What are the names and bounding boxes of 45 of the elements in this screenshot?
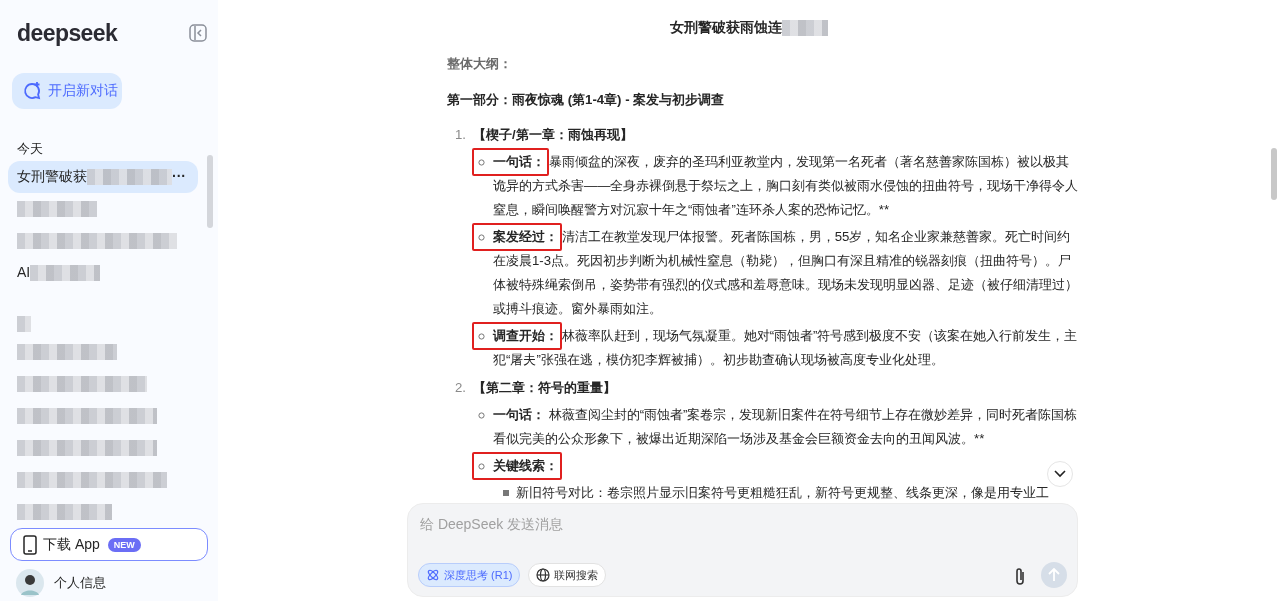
bullet-icon xyxy=(478,463,485,470)
scrollbar-thumb[interactable] xyxy=(1271,148,1277,200)
send-button[interactable] xyxy=(1041,562,1067,588)
bullet-icon xyxy=(478,412,485,419)
subpoint-text: 新旧符号对比：卷宗照片显示旧案符号更粗糙狂乱，新符号更规整、线条更深，像是用专业工 xyxy=(516,484,1050,502)
avatar[interactable] xyxy=(16,569,44,597)
deep-think-toggle[interactable]: 深度思考 (R1) xyxy=(418,563,521,587)
part-heading: 第一部分：雨夜惊魂 (第1-4章) - 案发与初步调查 xyxy=(447,91,726,109)
new-badge: NEW xyxy=(107,537,141,552)
point-text: 一句话： 林薇查阅尘封的“雨蚀者”案卷宗，发现新旧案件在符号细节上存在微妙差异，同时死者陈国栋看似完美的公众形象下，被爆出近期深陷一场涉及基金会巨额资金去向的丑闻风波。** xyxy=(493,406,1079,448)
web-search-toggle[interactable]: 联网搜索 xyxy=(528,563,607,587)
chapter-title: 【第二章：符号的重量】 xyxy=(473,379,616,397)
globe-icon xyxy=(536,568,551,582)
bullet-icon xyxy=(478,234,485,241)
point-text: 关键线索： xyxy=(493,457,558,475)
list-number: 2. xyxy=(455,379,467,397)
chapter-title: 【楔子/第一章：雨蚀再现】 xyxy=(473,126,633,144)
chat-history-item[interactable]: AI xyxy=(8,256,198,289)
bullet-icon xyxy=(503,490,509,496)
scrollbar-thumb[interactable] xyxy=(207,155,213,228)
logo: deepseek xyxy=(17,19,118,48)
user-name[interactable]: 个人信息 xyxy=(54,573,106,593)
message-composer[interactable]: 给 DeepSeek 发送消息 深度思考 (R1) 联网搜索 xyxy=(407,503,1078,597)
more-icon[interactable]: ··· xyxy=(172,166,186,187)
phone-icon xyxy=(23,534,37,555)
paperclip-icon[interactable] xyxy=(1013,566,1027,586)
list-number: 1. xyxy=(455,126,467,144)
chat-plus-icon xyxy=(22,80,42,101)
sidebar-toggle-icon[interactable] xyxy=(188,23,208,44)
scroll-down-button[interactable] xyxy=(1047,461,1073,487)
point-text: 案发经过： 清洁工在教堂发现尸体报警。死者陈国栋，男，55岁，知名企业家兼慈善家。死亡时间约在凌晨1-3点。死因初步判断为机械性窒息（勒毙），但胸口有深且精准的锐器刻痕（扭曲符号）。尸体被特殊绳索倒吊，姿势带有强烈的仪式感和羞辱意味。现场未发现明显凶器、足迹（被仔细清理过）或搏斗痕迹。窗外暴雨如注。 xyxy=(493,228,1079,318)
chat-title: 女刑警破获雨蚀连 xyxy=(670,18,782,37)
new-chat-button[interactable]: 开启新对话 xyxy=(12,72,122,109)
atom-icon xyxy=(426,568,440,582)
arrow-up-icon xyxy=(1048,568,1060,582)
point-text: 调查开始： 林薇率队赶到，现场气氛凝重。她对“雨蚀者”符号感到极度不安（该案在她入行前发生，主犯“屠夫”张强在逃，模仿犯李辉被捕）。初步勘查确认现场被高度专业化处理。 xyxy=(493,327,1079,369)
chat-history-item[interactable]: 女刑警破获 ··· xyxy=(8,160,198,193)
group-label: 今天 xyxy=(17,139,43,158)
outline-heading: 整体大纲： xyxy=(447,55,513,73)
point-text: 一句话： 暴雨倾盆的深夜，废弃的圣玛利亚教堂内，发现第一名死者（著名慈善家陈国栋）被以极其诡异的方式杀害——全身赤裸倒悬于祭坛之上，胸口刻有类似被雨水侵蚀的扭曲符号，现场干净得令人窒息，瞬间唤醒警方对沉寂十年之“雨蚀者”连环杀人案的恐怖记忆。** xyxy=(493,153,1079,219)
bullet-icon xyxy=(478,333,485,340)
bullet-icon xyxy=(478,159,485,166)
message-input[interactable]: 给 DeepSeek 发送消息 xyxy=(408,504,1077,544)
chevron-down-icon xyxy=(1054,470,1066,478)
download-app-button[interactable]: 下载 App NEW xyxy=(10,528,208,561)
